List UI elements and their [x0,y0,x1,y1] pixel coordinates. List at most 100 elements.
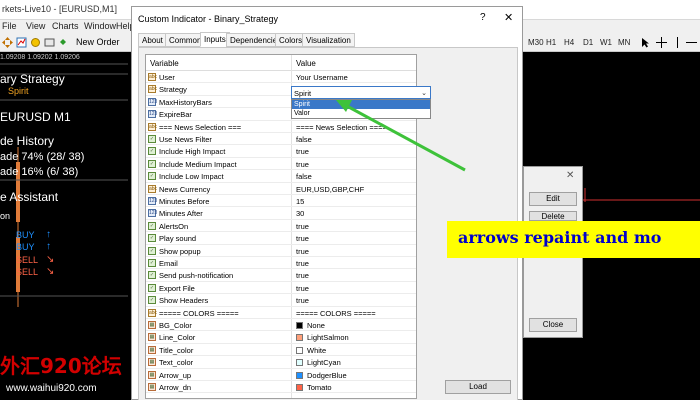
side-dialog-close-button[interactable]: ✕ [566,170,574,181]
input-value[interactable]: true [296,259,309,268]
input-value[interactable]: Your Username [296,73,348,82]
input-value[interactable]: true [296,147,309,156]
input-row[interactable]: ▦ Line_Color LightSalmon [146,331,416,344]
delete-button[interactable]: Delete [529,211,577,221]
input-row[interactable]: ✓ Include High Impact true [146,145,416,158]
load-button[interactable]: Load [445,380,511,394]
help-button[interactable]: ? [480,12,486,23]
abc-type-icon: abc [148,122,158,131]
input-value[interactable]: White [307,346,326,355]
color-swatch[interactable] [296,359,303,367]
new-order-button[interactable]: New Order [76,37,120,47]
tab-visualization[interactable]: Visualization [302,33,355,47]
input-value[interactable]: DodgerBlue [307,371,347,380]
input-row[interactable]: ✓ Include Medium Impact true [146,158,416,171]
input-row[interactable]: ✓ Use News Filter false [146,133,416,146]
input-row[interactable]: ▦ Arrow_up DodgerBlue [146,369,416,381]
input-value[interactable]: None [307,321,325,330]
grid-header: Variable Value [146,55,416,71]
crosshair-icon[interactable] [656,37,667,48]
input-row[interactable]: ✓ Send push-notification true [146,269,416,282]
input-value[interactable]: true [296,222,309,231]
panel-history-line2: ade 16% (6/ 38) [0,166,79,178]
header-value: Value [296,59,316,68]
panel-assistant-title: e Assistant [0,190,59,204]
panel-strategy-name: Spirit [8,86,29,96]
watermark-url: www.waihui920.com [6,383,97,394]
autotrading-icon[interactable] [58,37,69,48]
color-swatch[interactable] [296,334,303,342]
col-type-icon: ▦ [148,370,156,379]
bool-type-icon: ✓ [148,259,156,267]
input-value[interactable]: false [296,172,312,181]
input-row[interactable]: ▦ Text_color LightCyan [146,356,416,369]
input-value[interactable]: true [296,247,309,256]
input-row[interactable]: ▦ Title_color White [146,344,416,357]
input-value[interactable]: LightSalmon [307,333,349,342]
input-value[interactable]: ===== COLORS ===== [296,309,376,318]
color-swatch[interactable] [296,371,303,379]
vertical-line-icon[interactable] [672,37,683,48]
edit-button[interactable]: Edit [529,192,577,206]
chart-icon[interactable] [16,37,27,48]
color-swatch[interactable] [296,322,303,329]
input-value[interactable]: LightCyan [307,358,341,367]
watermark-title: 外汇920论坛 [0,354,122,378]
menu-file[interactable]: File [2,21,17,31]
close-button[interactable]: Close [529,318,577,332]
tab-about[interactable]: About [138,33,167,47]
signal-2-label: BUY [16,242,35,252]
input-value[interactable]: true [296,160,309,169]
input-row[interactable]: ✓ Include Low Impact false [146,170,416,183]
menu-charts[interactable]: Charts [52,21,79,31]
input-row[interactable]: abc News Currency EUR,USD,GBP,CHF [146,183,416,195]
color-swatch[interactable] [296,384,303,391]
input-row[interactable]: ✓ Email true [146,257,416,270]
navigator-icon[interactable] [44,37,55,48]
move-icon[interactable] [2,37,13,48]
input-value[interactable]: false [296,135,312,144]
input-row[interactable]: ✓ Show Headers true [146,294,416,307]
timeframe-h4[interactable]: H4 [564,38,574,47]
input-value[interactable]: Tomato [307,383,332,392]
bool-type-icon: ✓ [148,296,156,305]
input-value[interactable]: true [296,234,309,243]
menu-view[interactable]: View [26,21,45,31]
horizontal-line-icon[interactable] [686,37,697,48]
input-row[interactable]: ✓ Export File true [146,282,416,295]
dialog-close-button[interactable]: ✕ [504,11,513,24]
color-swatch[interactable] [296,346,303,354]
input-value[interactable]: true [296,296,309,305]
timeframe-w1[interactable]: W1 [600,38,612,47]
input-row[interactable]: abc ===== COLORS ===== ===== COLORS ===== [146,307,416,319]
input-row[interactable]: ▦ BG_Color None [146,319,416,332]
input-value[interactable]: true [296,271,309,280]
input-row[interactable]: abc User Your Username [146,71,416,84]
input-value[interactable]: EUR,USD,GBP,CHF [296,185,364,194]
input-value[interactable]: 15 [296,197,304,206]
timeframe-m30[interactable]: M30 [528,38,544,47]
input-row[interactable]: abc === News Selection === ==== News Selec… [146,121,416,133]
timeframe-d1[interactable]: D1 [583,38,593,47]
input-row[interactable]: 123 Minutes After 30 [146,207,416,220]
input-row[interactable]: ▦ Arrow_dn Tomato [146,381,416,394]
input-row[interactable]: ✓ Play sound true [146,232,416,245]
input-value[interactable]: ==== News Selection ==== [296,123,387,132]
abc-type-icon: abc [148,85,158,94]
menu-window[interactable]: Window [84,21,116,31]
input-row[interactable]: ✓ AlertsOn true [146,220,416,233]
input-value[interactable]: 30 [296,209,304,218]
chevron-down-icon[interactable]: ⌄ [421,89,427,97]
strategy-select-value: Spirit [294,89,312,98]
cursor-icon[interactable] [640,37,651,48]
input-row[interactable]: 123 Minutes Before 15 [146,195,416,208]
strategy-select[interactable]: Spirit ⌄ [291,86,431,99]
timeframe-h1[interactable]: H1 [546,38,556,47]
expert-icon[interactable] [30,37,41,48]
input-name: Include Medium Impact [159,159,237,169]
timeframe-mn[interactable]: MN [618,38,630,47]
input-row[interactable]: ✓ Show popup true [146,245,416,257]
option-spirit[interactable]: Spirit [292,100,430,109]
option-valor[interactable]: Valor [292,109,430,118]
input-value[interactable]: true [296,284,309,293]
